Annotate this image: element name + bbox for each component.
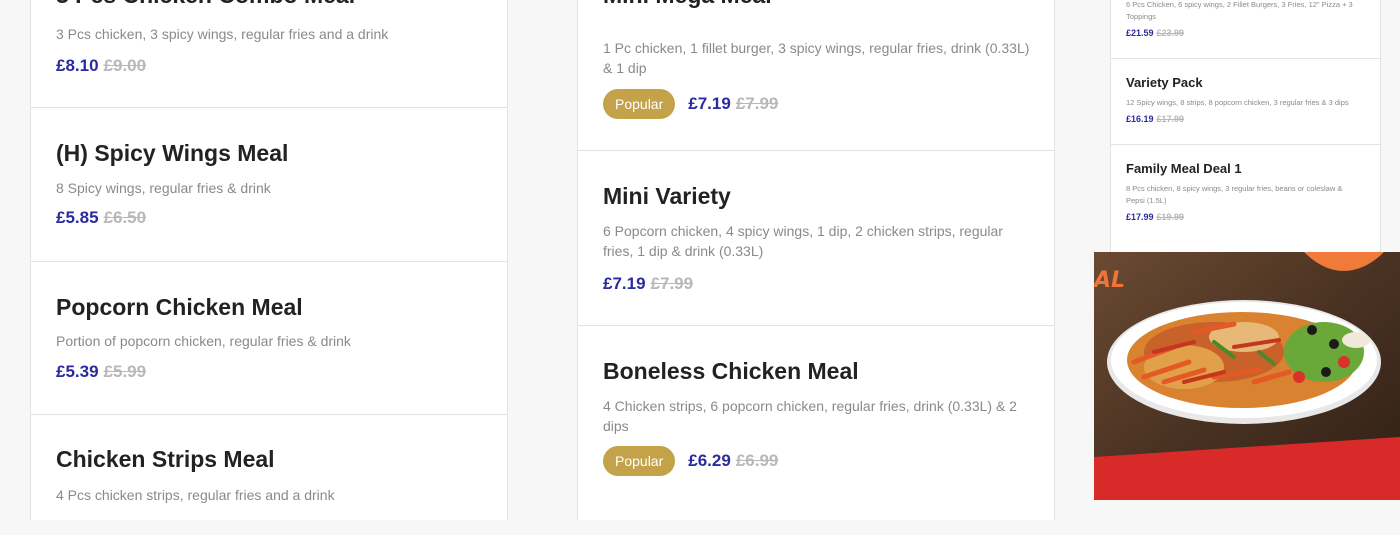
menu-item-price: £8.10 [56, 56, 99, 75]
deal-item-old-price: £23.99 [1156, 28, 1185, 38]
menu-item-description: 6 Popcorn chicken, 4 spicy wings, 1 dip,… [603, 223, 1003, 259]
deal-item-family-meal-deal-1[interactable]: Family Meal Deal 1 8 Pcs chicken, 8 spic… [1111, 145, 1380, 252]
price-row: Popular £7.19 £7.99 [603, 89, 778, 119]
menu-item-old-price: £9.00 [103, 56, 147, 75]
promo-partial-text: AL [1094, 268, 1125, 293]
menu-item-old-price: £7.99 [735, 94, 779, 113]
menu-item-spicy-wings-meal[interactable]: (H) Spicy Wings Meal 8 Spicy wings, regu… [31, 108, 507, 262]
menu-item-description: 1 Pc chicken, 1 fillet burger, 3 spicy w… [603, 40, 1030, 76]
price-row: £16.19 £17.99 [1126, 114, 1184, 124]
deal-item-variety-pack[interactable]: Variety Pack 12 Spicy wings, 8 strips, 8… [1111, 59, 1380, 145]
popular-badge[interactable]: Popular [603, 446, 676, 476]
menu-item-price: £7.19 [603, 274, 646, 293]
menu-column-2: Mini Mega Meal 1 Pc chicken, 1 fillet bu… [577, 0, 1055, 520]
price-row: £17.99 £19.99 [1126, 212, 1184, 222]
deal-item-price: £17.99 [1126, 212, 1154, 222]
deal-item-description: 8 Pcs chicken, 8 spicy wings, 3 regular … [1126, 184, 1343, 205]
featured-deals-column: 6 Pcs Chicken, 6 spicy wings, 2 Fillet B… [1110, 0, 1381, 252]
deal-item-price: £16.19 [1126, 114, 1154, 124]
menu-item-description: 8 Spicy wings, regular fries & drink [56, 180, 271, 196]
popular-badge[interactable]: Popular [603, 89, 676, 119]
menu-item-description: 4 Pcs chicken strips, regular fries and … [56, 487, 335, 503]
deal-item-old-price: £17.99 [1156, 114, 1185, 124]
menu-item-title: (H) Spicy Wings Meal [56, 140, 289, 166]
menu-item-title: 3 Pcs Chicken Combo Meal [56, 0, 355, 9]
menu-item-old-price: £6.99 [735, 451, 779, 470]
deal-item-description: 6 Pcs Chicken, 6 spicy wings, 2 Fillet B… [1126, 0, 1353, 21]
price-row: £7.19 £7.99 [603, 274, 693, 294]
menu-item-description: 4 Chicken strips, 6 popcorn chicken, reg… [603, 398, 1017, 434]
price-row: £21.59 £23.99 [1126, 28, 1184, 38]
promo-food-image: AL [1094, 252, 1400, 500]
price-row: £5.39 £5.99 [56, 362, 146, 382]
deal-item-party-pack[interactable]: 6 Pcs Chicken, 6 spicy wings, 2 Fillet B… [1111, 0, 1380, 59]
menu-item-old-price: £6.50 [103, 208, 147, 227]
menu-item-popcorn-chicken-meal[interactable]: Popcorn Chicken Meal Portion of popcorn … [31, 262, 507, 415]
deal-item-description: 12 Spicy wings, 8 strips, 8 popcorn chic… [1126, 98, 1349, 107]
menu-item-title: Popcorn Chicken Meal [56, 294, 303, 320]
menu-item-description: Portion of popcorn chicken, regular frie… [56, 333, 351, 349]
menu-item-chicken-strips-meal[interactable]: Chicken Strips Meal 4 Pcs chicken strips… [31, 415, 507, 535]
price-row: £5.85 £6.50 [56, 208, 146, 228]
menu-item-boneless-chicken-meal[interactable]: Boneless Chicken Meal 4 Chicken strips, … [578, 326, 1054, 526]
price-row: £8.10 £9.00 [56, 56, 146, 76]
deal-item-title: Variety Pack [1126, 75, 1203, 90]
menu-item-mini-mega-meal[interactable]: Mini Mega Meal 1 Pc chicken, 1 fillet bu… [578, 0, 1054, 151]
menu-item-old-price: £7.99 [650, 274, 694, 293]
menu-item-price: £7.19 [688, 94, 731, 113]
menu-item-old-price: £5.99 [103, 362, 147, 381]
menu-item-chicken-combo-meal[interactable]: 3 Pcs Chicken Combo Meal 3 Pcs chicken, … [31, 0, 507, 108]
price-row: Popular £6.29 £6.99 [603, 446, 778, 476]
menu-item-price: £5.85 [56, 208, 99, 227]
menu-item-price: £5.39 [56, 362, 99, 381]
deal-item-old-price: £19.99 [1156, 212, 1185, 222]
menu-item-title: Boneless Chicken Meal [603, 358, 859, 384]
menu-item-title: Mini Variety [603, 183, 731, 209]
menu-item-mini-variety[interactable]: Mini Variety 6 Popcorn chicken, 4 spicy … [578, 151, 1054, 326]
menu-item-title: Chicken Strips Meal [56, 446, 275, 472]
menu-item-description: 3 Pcs chicken, 3 spicy wings, regular fr… [56, 26, 389, 42]
menu-item-title: Mini Mega Meal [603, 0, 772, 9]
deal-item-title: Family Meal Deal 1 [1126, 161, 1242, 176]
deal-item-price: £21.59 [1126, 28, 1154, 38]
menu-column-1: 3 Pcs Chicken Combo Meal 3 Pcs chicken, … [30, 0, 508, 520]
menu-item-price: £6.29 [688, 451, 731, 470]
